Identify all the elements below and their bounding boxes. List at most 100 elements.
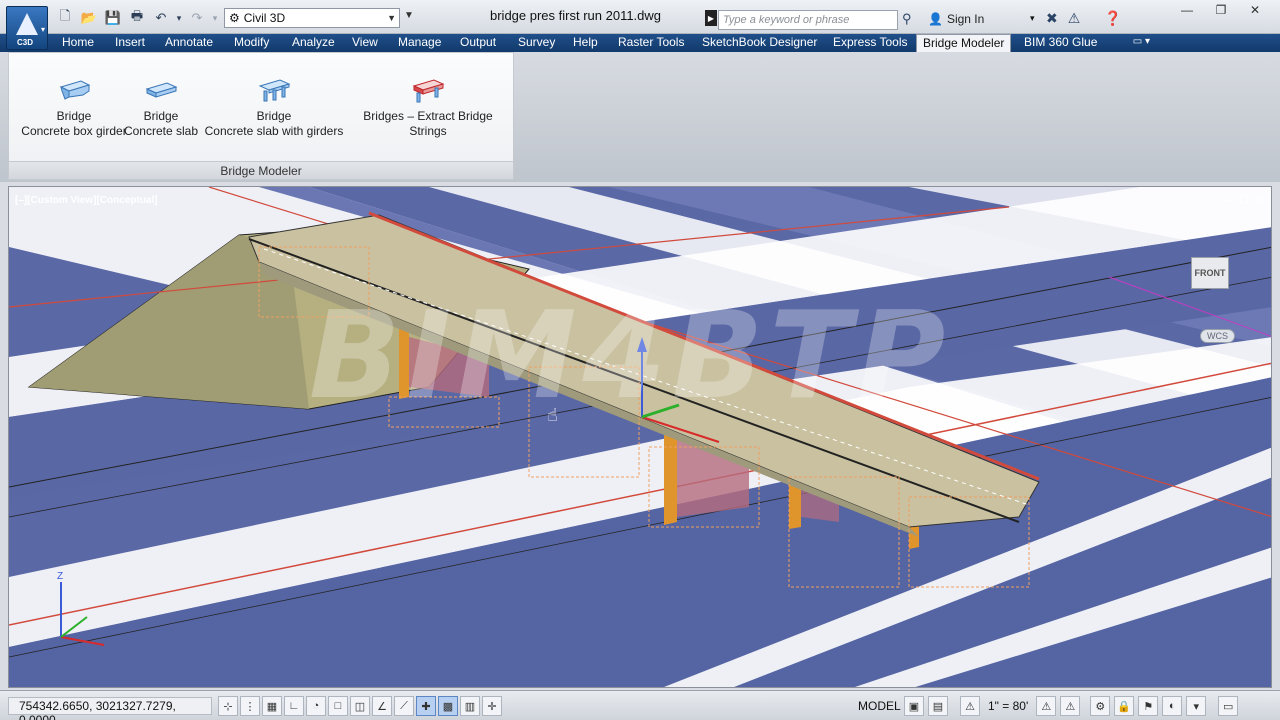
minimize-icon[interactable]: — (1170, 0, 1204, 20)
tab-bim-360-glue[interactable]: BIM 360 Glue (1024, 34, 1097, 52)
concrete-slab-icon (145, 82, 178, 98)
tab-view[interactable]: View (352, 34, 378, 52)
tab-analyze[interactable]: Analyze (292, 34, 335, 52)
sign-in-button[interactable]: 👤 Sign In (928, 12, 984, 26)
quick-properties-icon[interactable]: ✛ (482, 696, 502, 716)
bridge-concrete-box-girder-button[interactable]: Bridge Concrete box girder (15, 77, 133, 139)
viewport-controls-label[interactable]: [–][Custom View][Conceptual] (15, 195, 158, 206)
bridge-concrete-slab-with-girders-button[interactable]: Bridge Concrete slab with girders (201, 77, 347, 139)
tab-sketchbook-designer[interactable]: SketchBook Designer (702, 34, 817, 52)
lock-icon[interactable]: 🔒 (1114, 696, 1135, 716)
user-icon: 👤 (928, 12, 943, 26)
watermark: BIM4BTP (309, 287, 952, 426)
redo-icon[interactable]: ↷ (186, 8, 208, 28)
dynamic-ucs-icon[interactable]: ⟋ (394, 696, 414, 716)
layout-icon[interactable]: ▣ (904, 696, 924, 716)
tab-bridge-modeler[interactable]: Bridge Modeler (916, 34, 1012, 53)
svg-text:Z: Z (57, 571, 63, 582)
object-snap-tracking-icon[interactable]: ∠ (372, 696, 392, 716)
viewcube-face[interactable]: FRONT (1191, 257, 1229, 289)
ribbon-display-toggle-icon[interactable]: ▭ ▾ (1133, 36, 1150, 47)
exchange-icon[interactable]: ✖ (1046, 10, 1058, 27)
search-input[interactable]: Type a keyword or phrase (718, 10, 898, 30)
button-label: Bridges – Extract Bridge Strings (363, 109, 493, 138)
extract-bridge-strings-button[interactable]: Bridges – Extract Bridge Strings (345, 77, 511, 139)
ortho-icon[interactable]: ∟ (284, 696, 304, 716)
tab-express-tools[interactable]: Express Tools (833, 34, 907, 52)
button-label: Bridge (56, 109, 92, 123)
restore-icon[interactable]: ❐ (1204, 0, 1238, 20)
chevron-down-icon[interactable]: ▾ (1030, 13, 1035, 24)
button-sublabel: Concrete slab (123, 124, 199, 138)
tab-insert[interactable]: Insert (115, 34, 145, 52)
workspace-value: Civil 3D (243, 11, 286, 25)
grid-icon[interactable]: ▦ (262, 696, 282, 716)
tab-home[interactable]: Home (62, 34, 94, 52)
bridge-3d-model: Z ☝ (9, 187, 1271, 687)
chevron-down-icon: ▾ (40, 25, 45, 34)
tab-help[interactable]: Help (573, 34, 598, 52)
workspace-switching-icon[interactable]: ⚙ (1090, 696, 1111, 716)
application-menu-button[interactable]: C3D ▾ (6, 6, 48, 50)
annotation-visibility-icon[interactable]: ⚠ (1036, 696, 1057, 716)
ribbon-tabs: Home Insert Annotate Modify Analyze View… (0, 34, 1280, 53)
close-icon[interactable]: ✕ (1238, 0, 1272, 20)
3d-object-snap-icon[interactable]: ◫ (350, 696, 370, 716)
extract-strings-icon (412, 79, 445, 103)
minimize-icon[interactable]: — (1222, 195, 1232, 206)
gear-icon: ⚙ (229, 11, 240, 25)
tab-manage[interactable]: Manage (398, 34, 441, 52)
wcs-menu[interactable]: WCS (1200, 329, 1235, 343)
snap-mode-icon[interactable]: ⋮ (240, 696, 260, 716)
new-file-icon[interactable]: 🗋 (54, 8, 76, 28)
auto-scale-icon[interactable]: ⚠ (1060, 696, 1081, 716)
clean-screen-icon[interactable]: ▭ (1218, 696, 1239, 716)
binoculars-icon[interactable]: ⚲ (902, 11, 912, 27)
status-menu-icon[interactable]: ▾ (1186, 696, 1207, 716)
isolate-objects-icon[interactable]: ◐ (1162, 696, 1183, 716)
transparency-icon[interactable]: ▥ (460, 696, 480, 716)
panel-title: Bridge Modeler (9, 161, 513, 179)
triangle-icon[interactable]: ⚠ (1068, 10, 1081, 27)
tab-raster-tools[interactable]: Raster Tools (618, 34, 684, 52)
open-folder-icon[interactable]: 📂 (78, 8, 100, 28)
dynamic-input-icon[interactable]: ✚ (416, 696, 436, 716)
drawing-viewport[interactable]: Z ☝ BIM4BTP [–][Custom View][Conceptual]… (8, 186, 1272, 688)
tab-survey[interactable]: Survey (518, 34, 555, 52)
viewcube[interactable]: FRONT (1181, 249, 1241, 299)
save-icon[interactable]: 💾 (102, 8, 124, 28)
bridge-concrete-slab-button[interactable]: Bridge Concrete slab (123, 77, 199, 139)
viewport-window-controls: — ❐ ✕ (1222, 195, 1265, 206)
infer-constraints-icon[interactable]: ⊹ (218, 696, 238, 716)
annotation-scale-icon[interactable]: ⚠ (960, 696, 980, 716)
object-snap-icon[interactable]: □ (328, 696, 348, 716)
workspace-select[interactable]: ⚙ Civil 3D ▼ (224, 8, 400, 28)
search-expand-icon[interactable]: ▶ (705, 10, 717, 26)
help-icon[interactable]: ❓ (1104, 10, 1121, 27)
restore-icon[interactable]: ❐ (1240, 195, 1249, 206)
model-space-label[interactable]: MODEL (858, 699, 901, 713)
status-bar: 754342.6650, 3021327.7279, 0.0000 ⊹ ⋮ ▦ … (0, 690, 1280, 720)
tab-output[interactable]: Output (460, 34, 496, 52)
polar-tracking-icon[interactable]: ◔ (306, 696, 326, 716)
quick-access-toolbar: 🗋 📂 💾 🖶 ↶ ▾ ↷ ▾ (54, 8, 220, 28)
undo-dropdown-icon[interactable]: ▾ (174, 8, 184, 28)
lineweight-icon[interactable]: ▩ (438, 696, 458, 716)
status-right-tools: ▣ ▤ ⚠ 1" = 80' ⚠ ⚠ ⚙ 🔒 ⚑ ◐ ▾ ▭ (904, 696, 1239, 716)
autodesk-logo-icon (16, 13, 38, 35)
undo-icon[interactable]: ↶ (150, 8, 172, 28)
coordinate-readout[interactable]: 754342.6650, 3021327.7279, 0.0000 (8, 697, 212, 720)
tab-modify[interactable]: Modify (234, 34, 269, 52)
hardware-acceleration-icon[interactable]: ⚑ (1138, 696, 1159, 716)
customize-qat-icon[interactable]: ▼ (404, 10, 414, 21)
print-icon[interactable]: 🖶 (126, 8, 148, 28)
quick-view-icon[interactable]: ▤ (928, 696, 948, 716)
tab-annotate[interactable]: Annotate (165, 34, 213, 52)
document-title: bridge pres first run 2011.dwg (490, 8, 662, 23)
bridge-modeler-panel: Bridge Concrete box girder Bridge Concre… (8, 52, 514, 180)
annotation-scale[interactable]: 1" = 80' (988, 699, 1028, 713)
close-icon[interactable]: ✕ (1257, 195, 1265, 206)
title-bar: C3D ▾ 🗋 📂 💾 🖶 ↶ ▾ ↷ ▾ ⚙ Civil 3D ▼ ▼ bri… (0, 0, 1280, 50)
button-label: Bridge (143, 109, 179, 123)
redo-dropdown-icon[interactable]: ▾ (210, 8, 220, 28)
